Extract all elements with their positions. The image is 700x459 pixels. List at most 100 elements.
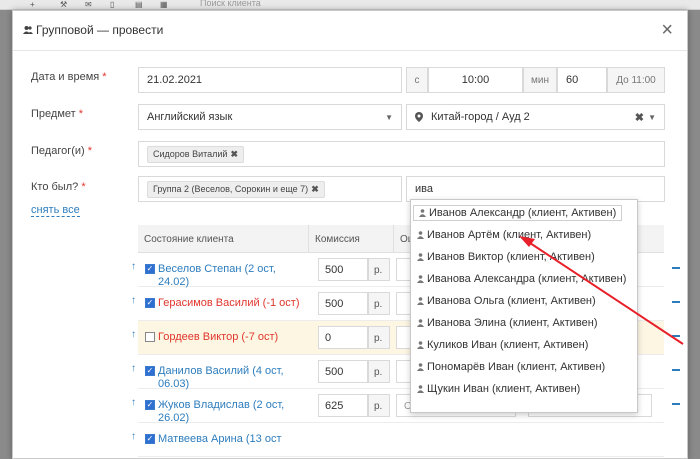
subject-select[interactable]: Английский язык ▼ [138,104,402,130]
dropdown-item[interactable]: Пономарёв Иван (клиент, Активен) [411,357,637,378]
dropdown-item-label: Иванов Александр (клиент, Активен) [429,207,617,219]
dropdown-item[interactable]: Иванова Александра (клиент, Активен) [411,269,637,290]
dropdown-item-label: Иванова Ольга (клиент, Активен) [427,295,596,307]
dropdown-item-label: Куликов Иван (клиент, Активен) [427,339,589,351]
close-icon[interactable]: × [661,19,673,42]
plus-icon: + [30,0,35,9]
arrow-up-icon[interactable]: ↑ [131,363,136,374]
dropdown-item-content: Иванов Александр (клиент, Активен) [413,205,623,221]
users-icon [23,26,33,34]
dropdown-item[interactable]: Иванова Ольга (клиент, Активен) [411,291,637,312]
dropdown-item-content: Иванов Артём (клиент, Активен) [417,229,591,241]
client-search-input[interactable]: Поиск клиента [200,0,261,8]
dropdown-item-label: Иванов Виктор (клиент, Активен) [427,251,595,263]
map-marker-icon [415,112,423,122]
chevron-down-icon: ▼ [385,113,393,122]
commission-input[interactable]: 500 [318,292,368,315]
attended-checkbox[interactable]: ✓ [145,434,155,444]
attended-checkbox[interactable] [145,332,155,342]
dropdown-item-content: Щукин Иван (клиент, Активен) [417,383,580,395]
dropdown-item[interactable]: Иванов Александр (клиент, Активен) [411,203,637,224]
commission-input[interactable]: 500 [318,258,368,281]
person-icon [417,319,424,327]
subject-label: Предмет * [31,108,84,120]
remove-row-icon[interactable] [672,335,680,337]
dropdown-item[interactable]: Иванов Виктор (клиент, Активен) [411,247,637,268]
remove-tag-icon[interactable]: ✖ [311,184,319,194]
dropdown-item[interactable]: Иванов Артём (клиент, Активен) [411,225,637,246]
arrow-up-icon[interactable]: ↑ [131,431,136,442]
dropdown-item[interactable]: Иванова Элина (клиент, Активен) [411,313,637,334]
dropdown-item-label: Иванов Артём (клиент, Активен) [427,229,592,241]
background-left [0,10,12,459]
duration-field[interactable]: 60 [557,67,607,93]
client-name[interactable]: Гордеев Виктор (-7 ост) [158,331,308,344]
remove-row-icon[interactable] [672,301,680,303]
dropdown-item-label: Иванова Александра (клиент, Активен) [427,273,627,285]
attended-checkbox[interactable]: ✓ [145,264,155,274]
clear-icon[interactable]: ✖ [635,111,644,124]
mail-icon: ✉ [85,0,92,9]
dropdown-item-content: Куликов Иван (клиент, Активен) [417,339,588,351]
person-icon [417,341,424,349]
group-lesson-modal: Групповой — провести × Дата и время * 21… [12,10,688,459]
modal-header: Групповой — провести × [13,11,687,51]
person-icon [417,363,424,371]
attended-checkbox[interactable]: ✓ [145,366,155,376]
dropdown-item[interactable]: Куликов Иван (клиент, Активен) [411,335,637,356]
table-row: ↑ ✓ Матвеева Арина (13 ост [131,423,664,457]
unselect-all-link[interactable]: снять все [31,204,80,217]
header-commission: Комиссия [308,225,393,253]
from-addon: с [406,67,428,93]
dropdown-item-content: Иванов Виктор (клиент, Активен) [417,251,595,263]
time-field[interactable]: 10:00 [428,67,523,93]
remove-row-icon[interactable] [672,369,680,371]
client-name[interactable]: Веселов Степан (2 ост, 24.02) [158,263,308,289]
commission-input[interactable]: 625 [318,394,368,417]
background-right [688,10,700,459]
wrench-icon: ⚒ [60,0,68,9]
currency-addon: р. [368,360,390,383]
location-select[interactable]: Китай-город / Ауд 2 ✖ ▼ [406,104,665,130]
commission-input[interactable]: 500 [318,360,368,383]
client-name[interactable]: Матвеева Арина (13 ост [158,433,308,446]
modal-title: Групповой — провести [23,23,163,37]
client-autocomplete-dropdown: Иванов Александр (клиент, Активен) Иванов… [410,199,638,413]
phone-icon: ▯ [110,0,115,9]
remove-row-icon[interactable] [672,267,680,269]
teacher-label: Педагог(и) * [31,145,93,157]
header-status: Состояние клиента [138,225,308,253]
arrow-up-icon[interactable]: ↑ [131,261,136,272]
commission-input[interactable]: 0 [318,326,368,349]
dropdown-item-content: Иванова Ольга (клиент, Активен) [417,295,596,307]
person-icon [419,209,426,217]
location-value: Китай-город / Ауд 2 [431,111,530,123]
document-icon: ▤ [135,0,143,9]
currency-addon: р. [368,394,390,417]
teacher-tag: Сидоров Виталий ✖ [147,146,244,163]
client-name[interactable]: Герасимов Василий (-1 ост) [158,297,308,310]
client-name[interactable]: Данилов Василий (4 ост, 06.03) [158,365,308,391]
person-icon [417,275,424,283]
background-toolbar: + ⚒ ✉ ▯ ▤ ▦ Поиск клиента [0,0,700,10]
currency-addon: р. [368,258,390,281]
date-field[interactable]: 21.02.2021 [138,67,402,93]
remove-row-icon[interactable] [672,403,680,405]
attended-checkbox[interactable]: ✓ [145,400,155,410]
person-icon [417,253,424,261]
grid-icon: ▦ [160,0,168,9]
subject-value: Английский язык [147,111,233,123]
group-field[interactable]: Группа 2 (Веселов, Сорокин и еще 7) ✖ [138,176,402,202]
dropdown-item-content: Иванова Элина (клиент, Активен) [417,317,598,329]
arrow-up-icon[interactable]: ↑ [131,295,136,306]
arrow-up-icon[interactable]: ↑ [131,329,136,340]
remove-tag-icon[interactable]: ✖ [230,149,238,159]
person-icon [417,385,424,393]
arrow-up-icon[interactable]: ↑ [131,397,136,408]
attended-checkbox[interactable]: ✓ [145,298,155,308]
currency-addon: р. [368,326,390,349]
teacher-field[interactable]: Сидоров Виталий ✖ [138,141,665,167]
until-addon: До 11:00 [607,67,665,93]
dropdown-item[interactable]: Щукин Иван (клиент, Активен) [411,379,637,400]
client-name[interactable]: Жуков Владислав (2 ост, 26.02) [158,399,308,425]
